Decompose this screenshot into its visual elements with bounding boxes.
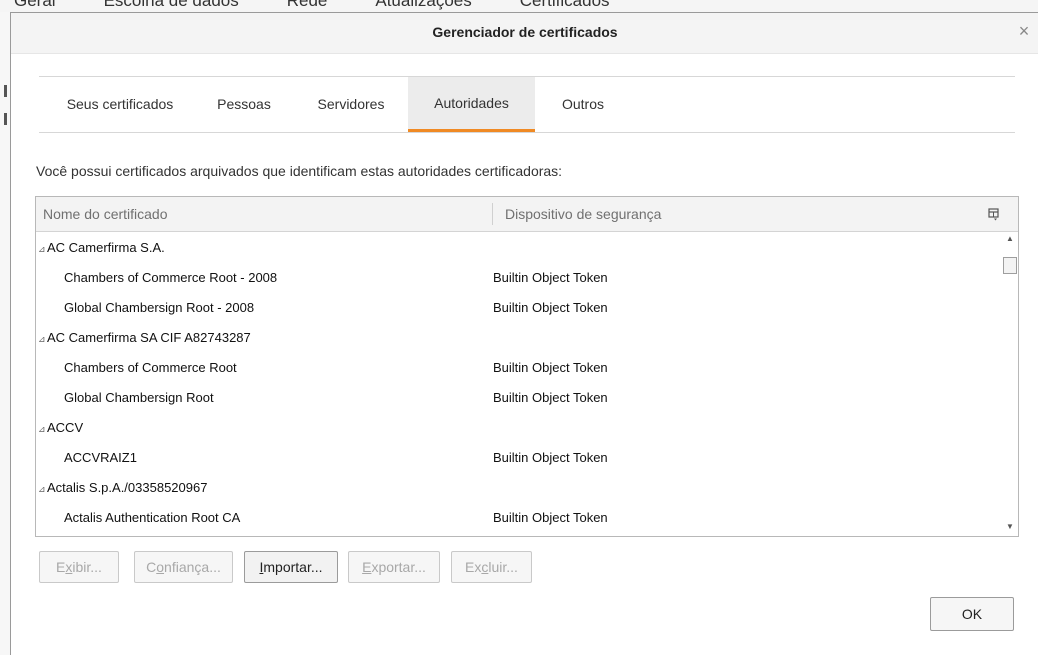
certificate-name: ACCVRAIZ1 [64,443,137,473]
row-label: Actalis Authentication Root CA [64,510,241,525]
tree-certificate-row[interactable]: Actalis Authentication Root CA Builtin Ob… [36,503,996,533]
security-device: Builtin Object Token [493,450,608,465]
expand-twisty-icon[interactable]: ⊿ [38,234,46,264]
tree-group-row[interactable]: ⊿ACCV [36,413,996,443]
security-device: Builtin Object Token [493,360,608,375]
tree-certificate-row[interactable]: Chambers of Commerce Root - 2008 Builtin … [36,263,996,293]
background-window-edge [0,12,10,655]
background-tab: Escolha de dados [103,0,239,10]
row-label: ACCVRAIZ1 [64,450,137,465]
background-tab: Rede [286,0,328,10]
certificate-manager-dialog: Gerenciador de certificados × Seus certi… [10,12,1038,655]
tree-group-row[interactable]: ⊿AC Camerfirma SA CIF A82743287 [36,323,996,353]
column-header-name[interactable]: Nome do certificado [43,197,168,231]
column-picker-icon[interactable] [984,204,1004,224]
row-label: AC Camerfirma S.A. [47,240,165,255]
column-separator[interactable] [492,203,493,225]
tab-people[interactable]: Pessoas [204,77,284,132]
row-label: Global Chambersign Root [64,390,214,405]
tree-group-row[interactable]: ⊿Actalis S.p.A./03358520967 [36,473,996,503]
import-button[interactable]: Importar... [244,551,338,583]
tab-others[interactable]: Outros [544,77,622,132]
certificate-name: Global Chambersign Root [64,383,214,413]
certificate-name: Chambers of Commerce Root [64,353,237,383]
certificate-name: Global Chambersign Root - 2008 [64,293,254,323]
row-label: Chambers of Commerce Root [64,360,237,375]
security-device: Builtin Object Token [493,390,608,405]
tree-header: Nome do certificado Dispositivo de segur… [36,197,1018,232]
vertical-scrollbar[interactable]: ▲ ▼ [1002,233,1018,536]
scroll-up-arrow-icon[interactable]: ▲ [1002,233,1018,245]
scroll-down-arrow-icon[interactable]: ▼ [1002,521,1018,533]
row-label: Actalis S.p.A./03358520967 [47,480,208,495]
security-device: Builtin Object Token [493,270,608,285]
row-label: Chambers of Commerce Root - 2008 [64,270,278,285]
expand-twisty-icon[interactable]: ⊿ [38,414,46,444]
certificate-name: ⊿AC Camerfirma SA CIF A82743287 [38,323,251,354]
tree-certificate-row[interactable]: Chambers of Commerce Root Builtin Object … [36,353,996,383]
certificate-name: ⊿ACCV [38,413,83,444]
column-header-device[interactable]: Dispositivo de segurança [505,197,661,231]
certificate-name: ⊿AC Camerfirma S.A. [38,233,165,264]
dialog-title: Gerenciador de certificados [432,24,618,40]
row-label: ACCV [47,420,84,435]
security-device: Builtin Object Token [493,300,608,315]
tab-servers[interactable]: Servidores [300,77,402,132]
tree-certificate-row[interactable]: Global Chambersign Root - 2008 Builtin Ob… [36,293,996,323]
certificate-name: Actalis Authentication Root CA [64,503,240,533]
view-button[interactable]: Exibir... [39,551,119,583]
background-mark [4,113,7,125]
tab-authorities[interactable]: Autoridades [408,77,535,132]
description-text: Você possui certificados arquivados que … [36,163,563,179]
tabs-divider-bottom [39,132,1015,133]
close-icon[interactable]: × [1015,21,1033,42]
dialog-titlebar: Gerenciador de certificados × [11,13,1038,54]
expand-twisty-icon[interactable]: ⊿ [38,324,46,354]
delete-button[interactable]: Excluir... [451,551,532,583]
background-tab: Geral [14,0,56,10]
certificate-name: Chambers of Commerce Root - 2008 [64,263,277,293]
background-tab: Certificados [519,0,610,10]
certificate-tree[interactable]: Nome do certificado Dispositivo de segur… [35,196,1019,537]
export-button[interactable]: Exportar... [348,551,440,583]
ok-button[interactable]: OK [930,597,1014,631]
security-device: Builtin Object Token [493,510,608,525]
tab-your-certificates[interactable]: Seus certificados [51,77,189,132]
row-label: AC Camerfirma SA CIF A82743287 [47,330,251,345]
trust-button[interactable]: Confiança... [134,551,233,583]
certificate-name: ⊿Actalis S.p.A./03358520967 [38,473,207,504]
background-mark [4,85,7,97]
row-label: Global Chambersign Root - 2008 [64,300,255,315]
scroll-thumb[interactable] [1003,257,1017,274]
background-prefs-tabs: Geral Escolha de dados Rede Atualizações Cer… [0,0,1038,12]
background-tab: Atualizações [375,0,472,10]
background-tab-strip: Geral Escolha de dados Rede Atualizações Cer… [14,0,658,11]
tree-certificate-row[interactable]: ACCVRAIZ1 Builtin Object Token [36,443,996,473]
tree-group-row[interactable]: ⊿AC Camerfirma S.A. [36,233,996,263]
tree-certificate-row[interactable]: Global Chambersign Root Builtin Object To… [36,383,996,413]
expand-twisty-icon[interactable]: ⊿ [38,474,46,504]
